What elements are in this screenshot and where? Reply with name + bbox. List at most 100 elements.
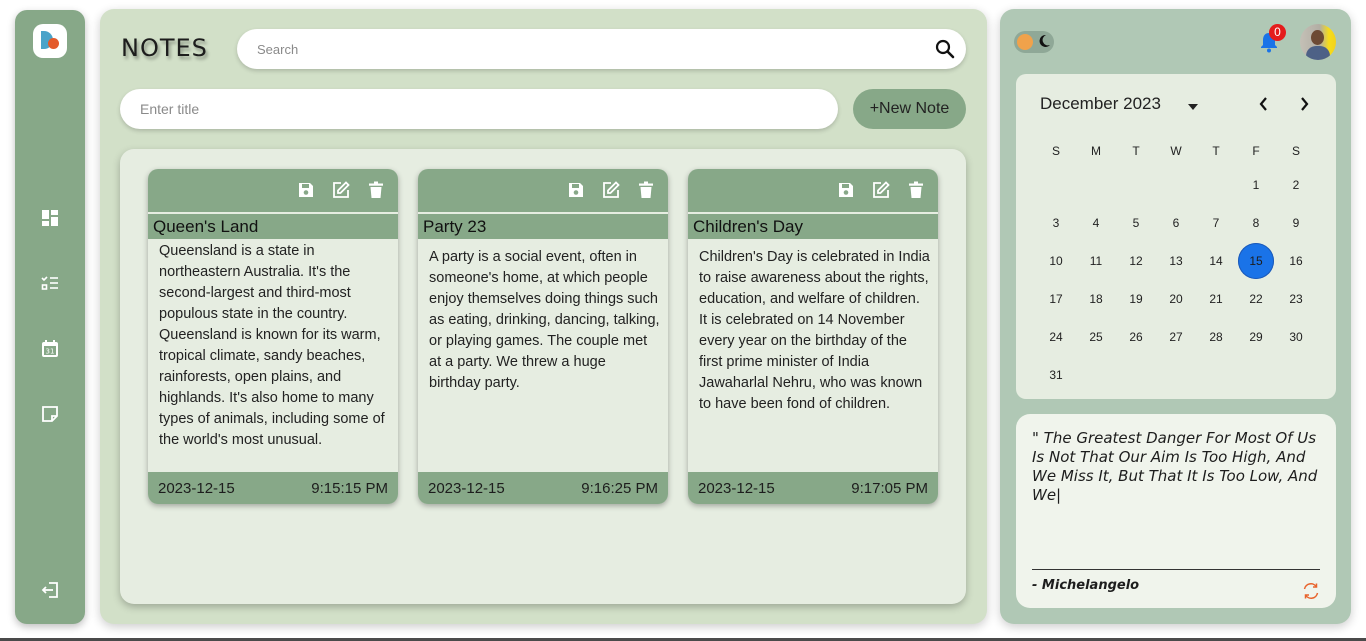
calendar-day[interactable]: 16 (1276, 242, 1316, 280)
calendar-day[interactable]: 29 (1236, 318, 1276, 356)
note-date: 2023-12-15 (698, 480, 775, 497)
note-body: Children's Day is celebrated in India to… (699, 249, 930, 412)
chevron-right-icon[interactable] (1296, 96, 1312, 112)
save-icon[interactable] (566, 180, 586, 200)
calendar-day[interactable]: 10 (1036, 242, 1076, 280)
calendar-day[interactable]: 28 (1196, 318, 1236, 356)
note-card: Children's Day Children's Day is celebra… (688, 169, 938, 504)
calendar-day[interactable]: 2 (1276, 166, 1316, 204)
notes-grid: Queen's Land Queensland is a state in no… (120, 149, 966, 604)
calendar-day[interactable]: 17 (1036, 280, 1076, 318)
note-body: Queensland is a state in northeastern Au… (159, 243, 385, 448)
calendar-day[interactable]: 24 (1036, 318, 1076, 356)
note-title: Party 23 (418, 214, 668, 239)
calendar-day[interactable]: 22 (1236, 280, 1276, 318)
main-panel: NOTES +New Note Queen's Land Queens (100, 9, 987, 624)
note-toolbar (688, 169, 938, 212)
note-title-input[interactable] (140, 99, 810, 119)
calendar-blank (1156, 166, 1196, 204)
weekday-header: F (1252, 144, 1260, 158)
calendar-day[interactable]: 3 (1036, 204, 1076, 242)
note-footer: 2023-12-15 9:17:05 PM (688, 472, 938, 504)
calendar-blank (1076, 166, 1116, 204)
search-bar (237, 29, 966, 69)
calendar-day[interactable]: 9 (1276, 204, 1316, 242)
refresh-icon[interactable] (1301, 581, 1321, 601)
save-icon[interactable] (836, 180, 856, 200)
note-card: Queen's Land Queensland is a state in no… (148, 169, 398, 504)
delete-icon[interactable] (906, 180, 926, 200)
calendar-day[interactable]: 1 (1236, 166, 1276, 204)
calendar-day[interactable]: 6 (1156, 204, 1196, 242)
calendar-day[interactable]: 14 (1196, 242, 1236, 280)
calendar-day[interactable]: 26 (1116, 318, 1156, 356)
calendar-day[interactable]: 8 (1236, 204, 1276, 242)
calendar-widget: December 2023 S M T W T F S 1 2 3 4 5 6 7 8 9 10 11 12 13 14… (1016, 74, 1336, 399)
calendar-day[interactable]: 12 (1116, 242, 1156, 280)
search-icon[interactable] (934, 38, 956, 60)
quote-card: " The Greatest Danger For Most Of Us Is … (1016, 414, 1336, 608)
divider (1032, 569, 1320, 570)
save-icon[interactable] (296, 180, 316, 200)
calendar-day[interactable]: 18 (1076, 280, 1116, 318)
calendar-blank (1036, 166, 1076, 204)
calendar-grid: S M T W T F S 1 2 3 4 5 6 7 8 9 10 11 12 13 14 15 16 17 18 19 20 21… (1036, 136, 1316, 394)
calendar-day[interactable]: 13 (1156, 242, 1196, 280)
calendar-day-today[interactable]: 15 (1236, 242, 1276, 280)
note-toolbar (418, 169, 668, 212)
sticky-note-icon[interactable] (40, 404, 60, 424)
chevron-down-icon[interactable] (1186, 99, 1200, 110)
calendar-day[interactable]: 23 (1276, 280, 1316, 318)
right-panel: 0 December 2023 S M T W T F S 1 2 3 4 5 6 7 8 9 10 11 12 13… (1000, 9, 1351, 624)
calendar-month-label[interactable]: December 2023 (1040, 94, 1161, 114)
weekday-header: T (1212, 144, 1220, 158)
edit-icon[interactable] (331, 180, 351, 200)
calendar-blank (1196, 166, 1236, 204)
logout-icon[interactable] (40, 580, 60, 600)
calendar-day[interactable]: 21 (1196, 280, 1236, 318)
calendar-day[interactable]: 4 (1076, 204, 1116, 242)
quote-author: - Michelangelo (1032, 578, 1140, 593)
calendar-day[interactable]: 31 (1036, 356, 1076, 394)
note-title-bar (120, 89, 838, 129)
edit-icon[interactable] (871, 180, 891, 200)
checklist-icon[interactable] (40, 273, 60, 293)
calendar-icon[interactable]: 31 (40, 339, 60, 359)
calendar-day[interactable]: 30 (1276, 318, 1316, 356)
calendar-day[interactable]: 20 (1156, 280, 1196, 318)
delete-icon[interactable] (366, 180, 386, 200)
dashboard-icon[interactable] (40, 208, 60, 228)
notification-badge: 0 (1269, 24, 1286, 41)
calendar-day[interactable]: 27 (1156, 318, 1196, 356)
theme-toggle[interactable] (1014, 31, 1054, 53)
weekday-header: S (1291, 144, 1300, 158)
note-footer: 2023-12-15 9:16:25 PM (418, 472, 668, 504)
note-date: 2023-12-15 (428, 480, 505, 497)
weekday-header: T (1132, 144, 1140, 158)
calendar-icon-number: 31 (46, 348, 55, 356)
sidebar: 31 (15, 10, 85, 624)
quote-text: " The Greatest Danger For Most Of Us Is … (1032, 429, 1318, 504)
note-time: 9:16:25 PM (581, 480, 658, 497)
app-logo[interactable] (33, 24, 67, 58)
note-toolbar (148, 169, 398, 212)
note-body: A party is a social event, often in some… (429, 249, 660, 391)
delete-icon[interactable] (636, 180, 656, 200)
calendar-day[interactable]: 11 (1076, 242, 1116, 280)
calendar-day[interactable]: 5 (1116, 204, 1156, 242)
chevron-left-icon[interactable] (1256, 96, 1272, 112)
note-footer: 2023-12-15 9:15:15 PM (148, 472, 398, 504)
search-input[interactable] (257, 39, 917, 59)
weekday-header: S (1051, 144, 1060, 158)
sun-icon (1017, 34, 1033, 50)
calendar-day[interactable]: 19 (1116, 280, 1156, 318)
note-date: 2023-12-15 (158, 480, 235, 497)
calendar-blank (1116, 166, 1156, 204)
edit-icon[interactable] (601, 180, 621, 200)
calendar-day[interactable]: 7 (1196, 204, 1236, 242)
new-note-button[interactable]: +New Note (853, 89, 966, 129)
note-time: 9:17:05 PM (851, 480, 928, 497)
note-title: Children's Day (688, 214, 938, 239)
avatar[interactable] (1300, 24, 1336, 60)
calendar-day[interactable]: 25 (1076, 318, 1116, 356)
